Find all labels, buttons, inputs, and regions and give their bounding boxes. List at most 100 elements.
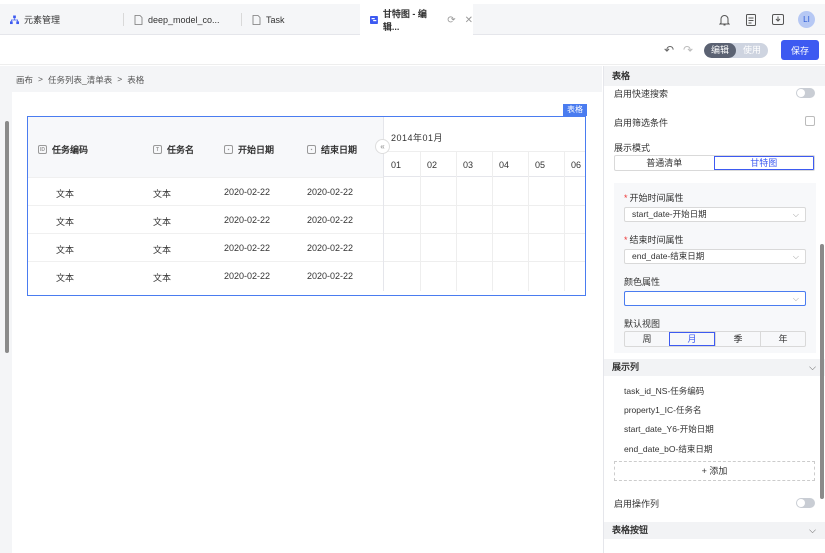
color-attr-select[interactable]: ⌵ — [624, 291, 806, 306]
canvas-scrollbar[interactable] — [5, 121, 9, 353]
chevron-down-icon: ⌵ — [792, 294, 799, 303]
refresh-icon[interactable]: ⟳ — [447, 15, 455, 26]
gantt-day-header: 01 02 03 04 05 06 — [384, 151, 585, 177]
editor-toolbar: ↶ ↷ 编辑 使用 保存 — [0, 36, 825, 65]
view-quarter[interactable]: 季 — [715, 332, 760, 346]
gantt-icon — [370, 16, 378, 24]
save-button[interactable]: 保存 — [781, 40, 819, 60]
property-panel: 表格 启用快速搜索 启用筛选条件 展示模式 普通清单 甘特图 * 开始时间属性 s… — [603, 66, 825, 553]
gantt-chart[interactable]: 2014年01月 01 02 03 04 05 06 — [383, 117, 585, 291]
undo-icon[interactable]: ↶ — [664, 43, 674, 57]
gantt-row-line — [384, 233, 585, 234]
panel-title: 表格 — [604, 66, 825, 86]
chevron-down-icon: ⌵ — [809, 525, 816, 535]
column-item[interactable]: task_id_NS-任务编码 — [624, 385, 704, 397]
gantt-row-line — [384, 205, 585, 206]
breadcrumb-task-list[interactable]: 任务列表_清单表 — [48, 74, 112, 86]
canvas-area: 画布 > 任务列表_清单表 > 表格 表格 ID 任务编码 T 任务名 ▪ 开始… — [0, 66, 602, 553]
gantt-row-line — [384, 261, 585, 262]
cell-task-code: 文本 — [56, 217, 75, 227]
display-mode-segmented[interactable]: 普通清单 甘特图 — [614, 155, 815, 171]
cell-task-code: 文本 — [56, 245, 75, 255]
column-item[interactable]: start_date_Y6-开始日期 — [624, 423, 714, 435]
header-label: 任务名 — [167, 145, 195, 155]
table-buttons-section-header[interactable]: 表格按钮 ⌵ — [604, 522, 825, 539]
file-icon — [252, 14, 261, 25]
breadcrumb-canvas[interactable]: 画布 — [16, 74, 33, 86]
action-column-label: 启用操作列 — [614, 499, 660, 509]
top-icons: LI — [717, 4, 815, 35]
gantt-gridline — [456, 151, 457, 291]
cell-task-name: 文本 — [153, 189, 172, 199]
panel-scrollbar[interactable] — [820, 244, 824, 499]
cell-end-date: 2020-02-22 — [307, 243, 354, 253]
display-mode-label: 展示模式 — [614, 143, 651, 153]
table-row[interactable]: 文本 文本 2020-02-22 2020-02-22 — [28, 261, 383, 289]
mode-edit[interactable]: 编辑 — [704, 43, 736, 58]
cell-task-name: 文本 — [153, 217, 172, 227]
action-column-toggle[interactable] — [796, 498, 815, 508]
download-box-icon[interactable] — [771, 13, 785, 27]
select-value: end_date-结束日期 — [632, 251, 705, 261]
end-attr-select[interactable]: end_date-结束日期 ⌵ — [624, 249, 806, 264]
filter-checkbox[interactable] — [805, 116, 815, 126]
view-month[interactable]: 月 — [669, 332, 715, 346]
column-item[interactable]: end_date_bO-结束日期 — [624, 443, 712, 455]
chevron-down-icon: ⌵ — [792, 210, 799, 219]
select-value: start_date-开始日期 — [632, 209, 707, 219]
mode-toggle[interactable]: 编辑 使用 — [704, 43, 768, 58]
mode-use[interactable]: 使用 — [736, 43, 768, 58]
tab-element-manager[interactable]: 元素管理 — [0, 4, 124, 35]
gantt-gridline — [420, 151, 421, 291]
redo-icon[interactable]: ↷ — [683, 43, 693, 57]
mode-list-option[interactable]: 普通清单 — [615, 156, 714, 170]
tab-label: 甘特图 - 编辑... — [382, 9, 427, 32]
table-row[interactable]: 文本 文本 2020-02-22 2020-02-22 — [28, 233, 383, 261]
add-column-button[interactable]: + 添加 — [614, 461, 815, 481]
header-task-code[interactable]: ID 任务编码 — [38, 143, 88, 156]
cell-task-name: 文本 — [153, 273, 172, 283]
columns-section-header[interactable]: 展示列 ⌵ — [604, 359, 825, 376]
close-icon[interactable]: ✕ — [465, 15, 473, 26]
tab-deep-model[interactable]: deep_model_co... — [124, 4, 242, 35]
chevron-down-icon: ⌵ — [809, 362, 816, 372]
tab-label: 元素管理 — [24, 15, 61, 25]
header-task-name[interactable]: T 任务名 — [153, 143, 194, 156]
gantt-day: 03 — [463, 160, 474, 170]
view-year[interactable]: 年 — [760, 332, 805, 346]
header-label: 开始日期 — [238, 145, 275, 155]
cell-start-date: 2020-02-22 — [224, 187, 271, 197]
quick-search-toggle[interactable] — [796, 88, 815, 98]
table-row[interactable]: 文本 文本 2020-02-22 2020-02-22 — [28, 177, 383, 205]
default-view-label: 默认视图 — [624, 319, 661, 329]
header-end-date[interactable]: ▪ 结束日期 — [307, 143, 357, 156]
cell-end-date: 2020-02-22 — [307, 215, 354, 225]
column-item[interactable]: property1_IC-任务名 — [624, 404, 701, 416]
gantt-day: 02 — [427, 160, 438, 170]
breadcrumb-sep: > — [38, 74, 43, 84]
mode-gantt-option[interactable]: 甘特图 — [713, 156, 814, 170]
document-icon[interactable] — [744, 13, 758, 27]
tab-task[interactable]: Task — [242, 4, 360, 35]
collapse-icon[interactable]: « — [375, 139, 390, 154]
section-title: 表格按钮 — [612, 525, 649, 535]
default-view-segmented[interactable]: 周 月 季 年 — [624, 331, 806, 347]
avatar[interactable]: LI — [798, 11, 815, 28]
breadcrumb: 画布 > 任务列表_清单表 > 表格 — [16, 74, 144, 86]
date-field-icon: ▪ — [307, 145, 316, 154]
bell-icon[interactable] — [717, 13, 731, 27]
start-attr-label: * 开始时间属性 — [624, 193, 684, 203]
text-field-icon: T — [153, 145, 162, 154]
view-week[interactable]: 周 — [625, 332, 669, 346]
tab-label: Task — [266, 14, 285, 25]
tab-gantt-edit[interactable]: 甘特图 - 编辑... ⟳ ✕ — [360, 4, 473, 36]
cell-end-date: 2020-02-22 — [307, 271, 354, 281]
sitemap-icon — [10, 15, 19, 24]
cell-task-name: 文本 — [153, 245, 172, 255]
header-start-date[interactable]: ▪ 开始日期 — [224, 143, 274, 156]
table-component[interactable]: ID 任务编码 T 任务名 ▪ 开始日期 ▪ 结束日期 文本 文本 2020-0… — [27, 116, 586, 296]
breadcrumb-table[interactable]: 表格 — [127, 74, 144, 86]
table-row[interactable]: 文本 文本 2020-02-22 2020-02-22 — [28, 205, 383, 233]
start-attr-select[interactable]: start_date-开始日期 ⌵ — [624, 207, 806, 222]
chevron-down-icon: ⌵ — [792, 252, 799, 261]
